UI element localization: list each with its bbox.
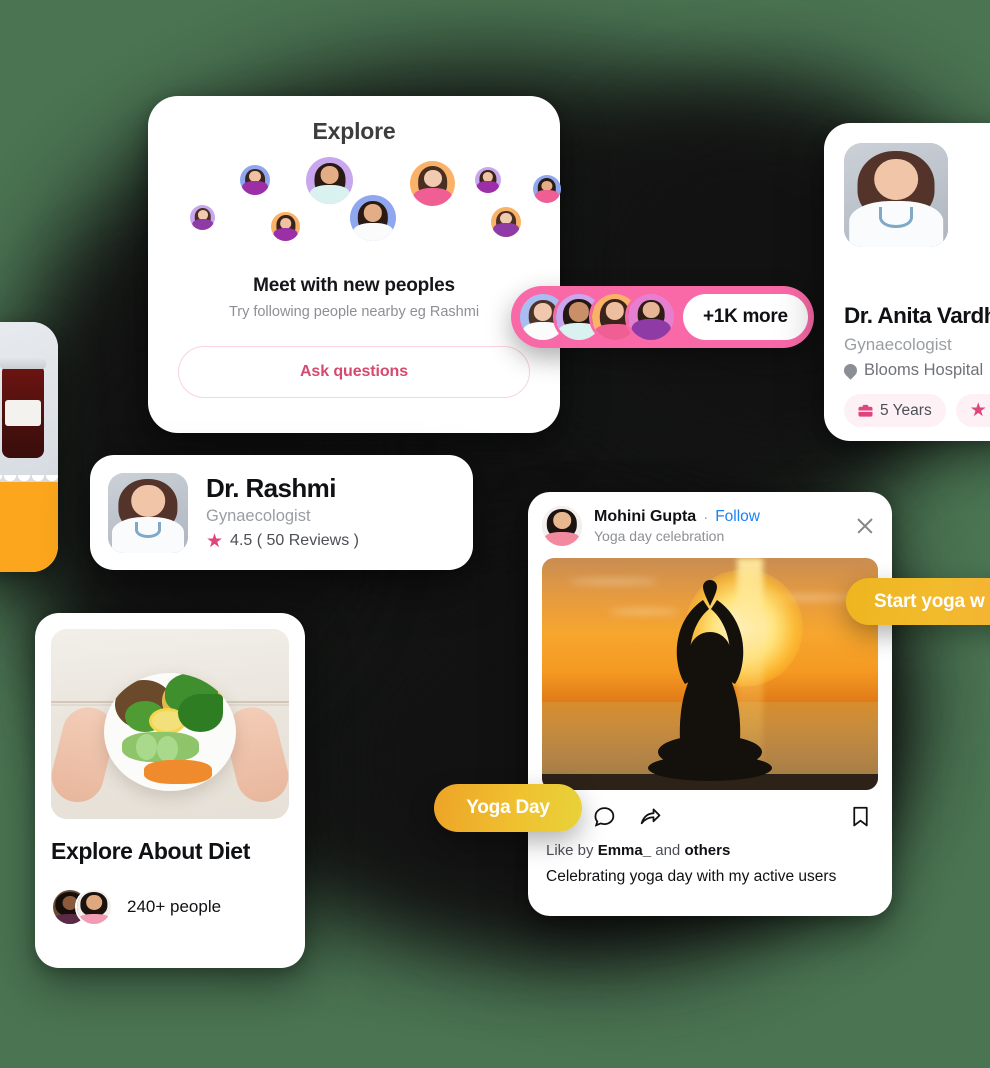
diet-title: Explore About Diet [51,838,250,864]
start-yoga-badge[interactable]: Start yoga w [846,578,990,625]
comment-icon[interactable] [592,804,618,830]
avatar-3[interactable] [410,161,455,206]
doctor-name: Dr. Anita Vardhan [844,303,990,328]
post-header: Mohini Gupta · Follow Yoga day celebrati… [542,506,878,546]
jar-image [0,322,58,482]
yoga-day-badge[interactable]: Yoga Day [434,784,582,832]
avatar-2[interactable] [306,157,353,204]
more-people-pill[interactable]: +1K more [511,286,814,348]
doctor-specialty: Gynaecologist [206,506,311,525]
post-author-name: Mohini Gupta [594,508,697,525]
post-image-yoga-sunset [542,558,878,790]
avatar-cloud [178,157,561,269]
follow-link[interactable]: Follow [715,508,760,526]
doctor-specialty: Gynaecologist [844,335,952,354]
post-author-avatar[interactable] [542,506,582,546]
star-icon: ★ [969,400,987,421]
like-mid: and [655,842,681,859]
explore-subtext-prefix: Try [228,304,250,320]
doctor-name: Dr. Rashmi [206,473,336,504]
jar-label [5,400,41,426]
avatar-8[interactable] [350,195,396,241]
location-pin-icon [841,361,860,380]
explore-card: Explore Meet with new peoples Try followi… [148,96,561,433]
avatar-7[interactable] [271,212,300,241]
post-caption: Celebrating yoga day with my active user… [546,868,837,885]
screenshot-stage: Explore Meet with new peoples Try followi… [0,0,990,1068]
pill-avatar [625,291,677,343]
doctor-rating: ★ 4.5 ( 50 Reviews ) [206,532,359,551]
doctor-rating-text: 4.5 ( 50 Reviews ) [230,532,359,550]
doctor-card-anita[interactable]: Dr. Anita Vardhan Gynaecologist Blooms H… [824,123,990,441]
post-likes: Like by Emma_ and others [542,830,878,859]
share-icon[interactable] [638,804,664,830]
avatar-4[interactable] [475,167,501,193]
experience-text: 5 Years [880,401,932,419]
explore-headline: Meet with new peoples [253,275,455,296]
rating-pill: ★ 4.5 [955,394,990,427]
doctor-info-pills: 5 Years ★ 4.5 [844,394,990,427]
participant-avatar [75,887,113,926]
jar-lid [0,356,46,369]
avatar-9[interactable] [491,207,521,237]
post-actions [542,790,878,830]
more-people-count: +1K more [683,294,808,340]
briefcase-icon [858,404,873,417]
close-icon[interactable] [852,513,878,539]
explore-subtext: Try following people nearby eg Rashmi [178,304,530,320]
diet-footer: 240+ people [51,887,289,926]
jar-video-card[interactable] [0,322,58,572]
like-username: Emma_ [597,842,652,859]
bookmark-icon[interactable] [848,804,874,830]
yoga-silhouette [648,580,772,781]
ask-questions-button[interactable]: Ask questions [178,346,530,398]
like-prefix: Like by [546,842,594,859]
explore-subtext-body: following people nearby eg Rashmi [253,304,480,320]
jar-card-footer [0,475,58,572]
avatar-6[interactable] [190,205,215,230]
diet-image [51,629,289,819]
post-subtitle: Yoga day celebration [594,528,725,544]
post-card: Mohini Gupta · Follow Yoga day celebrati… [528,492,892,916]
doctor-card-rashmi[interactable]: Dr. Rashmi Gynaecologist ★ 4.5 ( 50 Revi… [90,455,473,570]
diet-card[interactable]: Explore About Diet 240+ people [35,613,305,968]
doctor-photo [844,143,948,247]
zigzag-divider [0,475,58,487]
diet-people-count: 240+ people [127,896,222,916]
avatar-5[interactable] [533,175,561,203]
salad-bowl [104,672,236,791]
doctor-photo [108,472,188,553]
separator-dot: · [703,508,709,526]
doctor-location-text: Blooms Hospital [864,361,984,379]
star-icon: ★ [206,530,224,552]
avatar-1[interactable] [240,165,270,195]
like-others: others [684,842,731,859]
experience-pill: 5 Years [844,394,946,427]
doctor-location: Blooms Hospital [841,361,990,380]
explore-title: Explore [312,118,396,144]
